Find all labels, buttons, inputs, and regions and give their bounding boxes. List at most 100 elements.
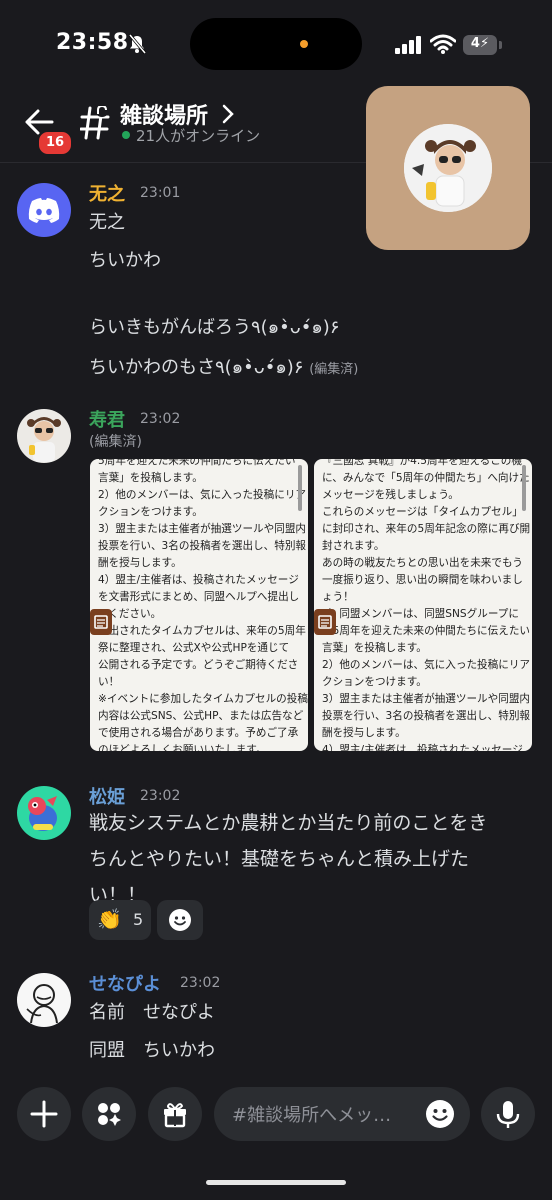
attachment-line: を文書形式にまとめ、同盟ヘルプへ提出し — [98, 591, 300, 603]
mic-indicator-dot — [300, 40, 308, 48]
attachment-line: クションをつけます。 — [98, 506, 203, 518]
avatar-user-photo[interactable] — [17, 409, 71, 463]
message-line: ちんとやりたい！基礎をちゃんと積み上げた — [89, 848, 470, 870]
attachment-line: い！ — [98, 676, 120, 688]
apps-sparkle-icon — [98, 1103, 121, 1126]
message-line: 戦友システムとか農耕とか当たり前のことをき — [89, 812, 488, 834]
pip-child-photo-image — [404, 124, 492, 212]
attachment-line: メッセージを残しましょう。 — [322, 489, 459, 501]
attachment-line: 言葉」を投稿します。 — [98, 472, 203, 484]
attachment-line: 投票を行い、3名の投稿者を選出し、特別報 — [98, 540, 307, 552]
attachment-line: 祭に整理され、公式Xや公式HPを通じて — [98, 642, 290, 654]
fish-character-image — [28, 796, 57, 831]
avatar-fish-character[interactable] — [17, 786, 71, 840]
message-timestamp: 23:02 — [180, 975, 221, 991]
add-attachment-button[interactable] — [17, 1087, 71, 1141]
attachment-line: 4）盟主/主催者は、投稿されたメッセージ — [98, 574, 299, 586]
home-indicator — [206, 1180, 346, 1185]
attachment-line: 選出されたタイムカプセルは、来年の5周年 — [98, 625, 306, 637]
image-attachment[interactable]: 5周年を迎えた未来の仲間たちに伝えたい言葉」を投稿します。 2）他のメンバーは、気… — [90, 459, 308, 751]
microphone-icon — [496, 1101, 520, 1128]
attachment-line: 内容は公式SNS、公式HP、または広告など — [98, 710, 304, 722]
message-line: 无之 — [89, 212, 125, 233]
child-photo-image — [27, 417, 61, 462]
message-author[interactable]: 无之 — [89, 180, 125, 206]
gift-icon — [164, 1103, 186, 1128]
attachment-scrollbar — [522, 465, 526, 511]
attachment-line: 「5周年を迎えた未来の仲間たちに伝えたい — [322, 625, 531, 637]
message-timestamp: 23:02 — [140, 788, 181, 804]
attachment-line: のほどよろしくお願いいたします。 — [98, 744, 267, 751]
message-line-text: ちいかわのもさ٩(๑•̀ᴗ•́๑)۶ — [89, 357, 304, 378]
attachment-line: 3）盟主または主催者が抽選ツールや同盟内 — [322, 693, 531, 705]
pip-avatar — [404, 124, 492, 212]
dynamic-island — [190, 18, 362, 70]
gift-button[interactable] — [148, 1087, 202, 1141]
attachment-line: 公開される予定です。どうぞご期待くださ — [98, 659, 299, 671]
attachment-line: あの時の戦友たちとの思い出を未来でもう — [322, 557, 523, 569]
battery-level: 4⚡ — [470, 36, 490, 51]
attachment-line: ※イベントに参加したタイムカプセルの投稿 — [98, 693, 308, 705]
voice-message-button[interactable] — [481, 1087, 535, 1141]
message-author[interactable]: せなぴよ — [89, 970, 161, 996]
message-body: 戦友システムとか農耕とか当たり前のことをき ちんとやりたい！基礎をちゃんと積み上… — [89, 805, 539, 913]
attachment-line: で使用される場合があります。予めご了承 — [98, 727, 299, 739]
attachment-line: ょう！ — [322, 591, 354, 603]
attachment-line: 投票を行い、3名の投稿者を選出し、特別報 — [322, 710, 531, 722]
online-count: 21人がオンライン — [136, 127, 261, 145]
clap-emoji-icon: 👏 — [97, 907, 122, 931]
battery-level-value: 4 — [470, 36, 480, 51]
bell-off-icon — [128, 34, 146, 54]
message-timestamp: 23:02 — [140, 411, 181, 427]
attachment-line: てください。 — [98, 608, 162, 620]
channel-hash-icon — [80, 106, 110, 140]
image-attachment[interactable]: 『三國志 真戦』が4.5周年を迎えるこの機に、みんなで「5周年の仲間たち」へ向け… — [314, 459, 532, 751]
note-tab-icon — [314, 609, 336, 635]
attachment-line: クションをつけます。 — [322, 676, 427, 688]
attachment-line: これらのメッセージは「タイムカプセル」 — [322, 506, 523, 518]
smiley-add-icon — [169, 909, 191, 931]
attachment-line: 4）盟主/主催者は、投稿されたメッセージ — [322, 744, 523, 751]
attachment-text: 5周年を迎えた未来の仲間たちに伝えたい言葉」を投稿します。 2）他のメンバーは、気… — [98, 459, 308, 751]
attachment-line: 3）盟主または主催者が抽選ツールや同盟内 — [98, 523, 307, 535]
wifi-icon — [430, 34, 456, 54]
message-line: らいきもがんばろう٩(๑•̀ᴗ•́๑)۶ — [89, 317, 340, 338]
message-author[interactable]: 寿君 — [89, 406, 125, 432]
message-line: ちいかわ — [89, 250, 161, 271]
attachment-line: 2）他のメンバーは、気に入った投稿にリア — [322, 659, 531, 671]
attachment-line: 1）同盟メンバーは、同盟SNSグループに — [322, 608, 519, 620]
attachment-line: 酬を授与します。 — [322, 727, 406, 739]
status-time: 23:58 — [56, 30, 129, 55]
attachment-line: 酬を授与します。 — [98, 557, 182, 569]
plus-icon — [30, 1100, 58, 1128]
discord-logo-icon — [28, 198, 60, 223]
attachment-line: に、みんなで「5周年の仲間たち」へ向けた — [322, 472, 530, 484]
cellular-signal-icon — [395, 36, 421, 54]
battery-tip — [499, 41, 502, 49]
unread-badge: 16 — [37, 130, 73, 156]
attachment-scrollbar — [298, 465, 302, 511]
message-line: 同盟 ちいかわ — [89, 1040, 215, 1061]
avatar-sketch-character[interactable] — [17, 973, 71, 1027]
add-reaction-button[interactable] — [157, 900, 203, 940]
attachment-line: 5周年を迎えた未来の仲間たちに伝えたい — [98, 459, 296, 467]
note-tab-icon — [90, 609, 112, 635]
apps-button[interactable] — [82, 1087, 136, 1141]
reaction-count: 5 — [133, 910, 144, 929]
reaction-clap[interactable]: 👏 5 — [89, 900, 151, 940]
attachment-line: 一度振り返り、思い出の瞬間を味わいまし — [322, 574, 523, 586]
chevron-right-icon[interactable] — [222, 104, 234, 124]
edited-label: (編集済) — [89, 434, 142, 450]
attachment-line: 2）他のメンバーは、気に入った投稿にリア — [98, 489, 307, 501]
avatar-discord-default[interactable] — [17, 183, 71, 237]
message-timestamp: 23:01 — [140, 185, 181, 201]
message-input-placeholder[interactable]: #雑談場所へメッ… — [232, 1101, 412, 1127]
sketch-character-image — [26, 984, 58, 1024]
attachment-line: 『三國志 真戦』が4.5周年を迎えるこの機 — [322, 459, 522, 467]
message-line: ちいかわのもさ٩(๑•̀ᴗ•́๑)۶ (編集済) — [89, 352, 358, 381]
attachment-line: 言葉」を投稿します。 — [322, 642, 427, 654]
online-status-dot — [122, 131, 130, 139]
emoji-picker-icon[interactable] — [425, 1099, 455, 1129]
edited-label: (編集済) — [309, 362, 359, 377]
attachment-line: に封印され、来年の5周年記念の際に再び開 — [322, 523, 531, 535]
